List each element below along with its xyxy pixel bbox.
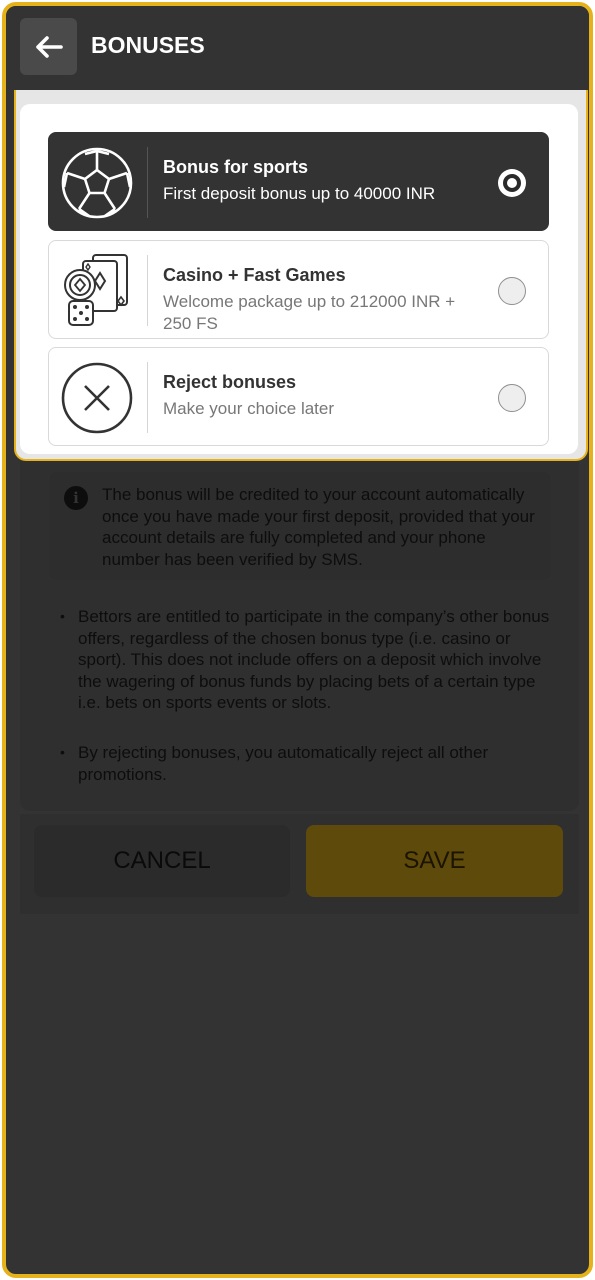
info-text: The bonus will be credited to your accou… bbox=[102, 485, 535, 569]
option-divider bbox=[147, 147, 148, 218]
option-divider bbox=[147, 255, 148, 326]
option-title: Casino + Fast Games bbox=[163, 265, 346, 285]
cards-chip-dice-icon bbox=[64, 254, 128, 326]
bullet-dot: • bbox=[60, 744, 65, 760]
option-sports-bonus[interactable]: Bonus for sports First deposit bonus up … bbox=[48, 132, 549, 231]
info-icon: i bbox=[64, 486, 88, 510]
option-title: Bonus for sports bbox=[163, 157, 309, 177]
radio-button[interactable] bbox=[498, 277, 526, 305]
back-button[interactable] bbox=[20, 18, 77, 75]
page-title: BONUSES bbox=[91, 32, 205, 58]
radio-button[interactable] bbox=[498, 384, 526, 412]
radio-button-selected[interactable] bbox=[498, 169, 526, 197]
bonus-options-list: Bonus for sports First deposit bonus up … bbox=[20, 104, 578, 454]
bullet-item: • Bettors are entitled to participate in… bbox=[60, 606, 550, 714]
option-reject-bonuses[interactable]: Reject bonuses Make your choice later bbox=[48, 347, 549, 446]
option-subtitle: Welcome package up to 212000 INR + 250 F… bbox=[163, 292, 456, 333]
bullet-text: Bettors are entitled to participate in t… bbox=[78, 607, 550, 712]
arrow-left-icon bbox=[35, 35, 63, 58]
app-frame: BONUSES i The bonus will be credited to … bbox=[2, 2, 593, 1278]
cancel-button[interactable]: CANCEL bbox=[34, 825, 290, 897]
option-subtitle: First deposit bonus up to 40000 INR bbox=[163, 184, 436, 203]
bonus-modal: Bonus for sports First deposit bonus up … bbox=[14, 90, 588, 461]
bullet-text: By rejecting bonuses, you automatically … bbox=[78, 743, 489, 784]
option-casino-bonus[interactable]: Casino + Fast Games Welcome package up t… bbox=[48, 240, 549, 339]
header-bar: BONUSES bbox=[6, 6, 589, 88]
soccer-ball-icon bbox=[61, 147, 133, 219]
bullet-dot: • bbox=[60, 608, 65, 624]
option-title: Reject bonuses bbox=[163, 372, 297, 392]
bullet-item: • By rejecting bonuses, you automaticall… bbox=[60, 742, 550, 785]
option-subtitle: Make your choice later bbox=[163, 399, 335, 418]
option-divider bbox=[147, 362, 148, 433]
circle-x-icon bbox=[61, 362, 133, 434]
save-button[interactable]: SAVE bbox=[306, 825, 563, 897]
